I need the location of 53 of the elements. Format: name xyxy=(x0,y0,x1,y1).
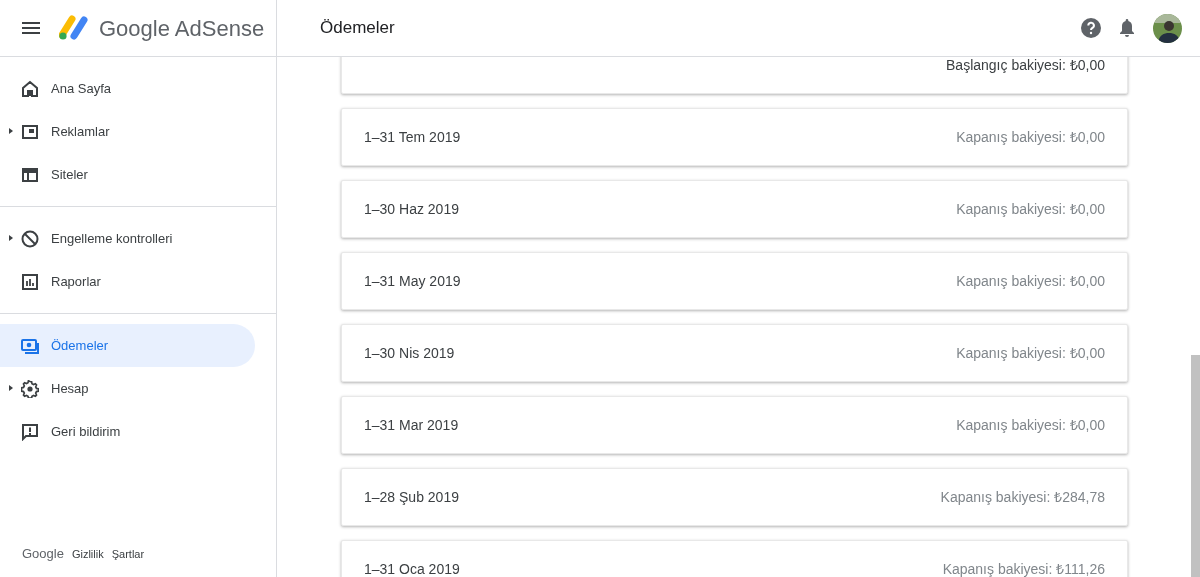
statement-period: 1–31 Oca 2019 xyxy=(364,559,460,577)
balance-text: Kapanış bakiyesi: ₺0,00 xyxy=(956,343,1105,363)
statement-period: 1–31 Mar 2019 xyxy=(364,415,459,435)
statement-card[interactable]: 1–31 Oca 2019 Kapanış bakiyesi: ₺111,26 xyxy=(341,540,1128,577)
balance-text: Kapanış bakiyesi: ₺284,78 xyxy=(940,487,1105,507)
balance-text: Kapanış bakiyesi: ₺111,26 xyxy=(942,559,1105,577)
feedback-icon xyxy=(21,422,39,441)
statement-card[interactable]: 1–31 May 2019 Kapanış bakiyesi: ₺0,00 xyxy=(341,252,1128,310)
help-icon[interactable] xyxy=(1081,18,1101,38)
nav-item[interactable]: Engelleme kontrolleri xyxy=(0,217,255,260)
statement-period: 1–30 Nis 2019 xyxy=(364,343,455,363)
statement-period: 1–31 Tem 2019 xyxy=(364,127,461,147)
statement-card[interactable]: 1–30 Haz 2019 Kapanış bakiyesi: ₺0,00 xyxy=(341,180,1128,238)
statement-card[interactable]: 1–30 Nis 2019 Kapanış bakiyesi: ₺0,00 xyxy=(341,324,1128,382)
nav-item[interactable]: Ana Sayfa xyxy=(0,67,255,110)
nav-item[interactable]: Reklamlar xyxy=(0,110,255,153)
expand-arrow-icon[interactable] xyxy=(9,385,13,391)
nav-item[interactable]: Ödemeler xyxy=(0,324,255,367)
bar-chart-icon xyxy=(21,272,39,291)
home-icon xyxy=(21,79,39,98)
money-icon xyxy=(21,336,39,355)
logo-icon xyxy=(59,15,89,41)
nav-item[interactable]: Geri bildirim xyxy=(0,410,255,453)
footer-logo: Google xyxy=(22,545,64,564)
statement-card[interactable]: Başlangıç bakiyesi: ₺0,00 xyxy=(341,57,1128,94)
statement-card[interactable]: 1–31 Tem 2019 Kapanış bakiyesi: ₺0,00 xyxy=(341,108,1128,166)
gear-icon xyxy=(21,379,39,398)
footer-link[interactable]: Gizlilik xyxy=(71,545,104,563)
balance-text: Başlangıç bakiyesi: ₺0,00 xyxy=(946,57,1105,75)
expand-arrow-icon[interactable] xyxy=(9,128,13,134)
statement-period: 1–31 May 2019 xyxy=(364,271,461,291)
brand-name: Google AdSense xyxy=(99,14,265,43)
browser-window-icon xyxy=(21,165,39,184)
footer-link[interactable]: Şartlar xyxy=(111,545,145,563)
statement-period: 1–28 Şub 2019 xyxy=(364,487,459,507)
balance-text: Kapanış bakiyesi: ₺0,00 xyxy=(956,415,1105,435)
block-icon xyxy=(21,229,39,248)
balance-text: Kapanış bakiyesi: ₺0,00 xyxy=(956,127,1105,147)
statement-card[interactable]: 1–28 Şub 2019 Kapanış bakiyesi: ₺284,78 xyxy=(341,468,1128,526)
scrollbar[interactable] xyxy=(1191,355,1200,577)
expand-arrow-icon[interactable] xyxy=(9,235,13,241)
nav-item[interactable]: Raporlar xyxy=(0,260,255,303)
bell-icon[interactable] xyxy=(1119,18,1135,38)
menu-icon[interactable] xyxy=(22,22,40,34)
statement-card[interactable]: 1–31 Mar 2019 Kapanış bakiyesi: ₺0,00 xyxy=(341,396,1128,454)
page-title: Ödemeler xyxy=(320,17,395,40)
avatar-icon[interactable] xyxy=(1153,13,1182,43)
statement-period: 1–30 Haz 2019 xyxy=(364,199,459,219)
balance-text: Kapanış bakiyesi: ₺0,00 xyxy=(956,199,1105,219)
nav-item[interactable]: Siteler xyxy=(0,153,255,196)
ad-icon xyxy=(21,122,39,141)
balance-text: Kapanış bakiyesi: ₺0,00 xyxy=(956,271,1105,291)
nav-item[interactable]: Hesap xyxy=(0,367,255,410)
